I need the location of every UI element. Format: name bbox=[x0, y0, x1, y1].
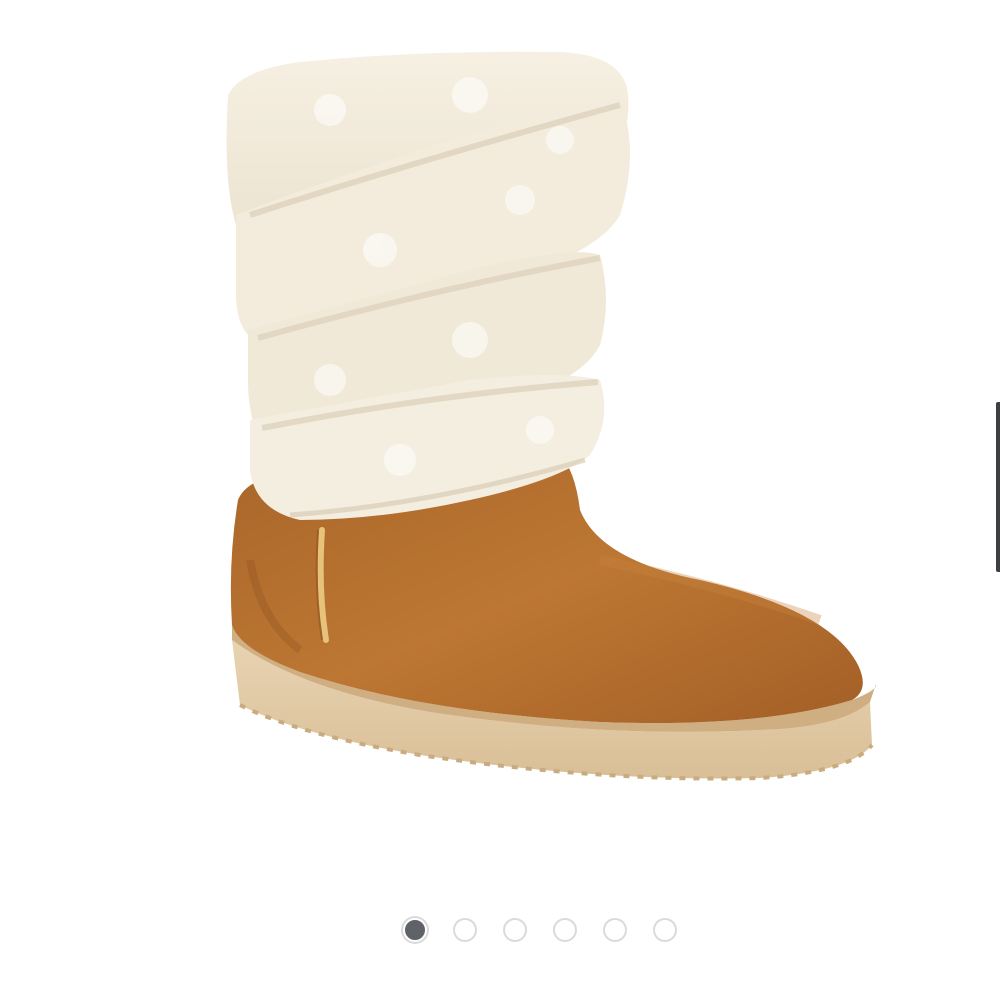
boot-product-image[interactable] bbox=[0, 0, 1000, 880]
image-carousel-dots bbox=[403, 918, 677, 942]
product-viewer bbox=[0, 0, 1000, 1000]
carousel-dot-4[interactable] bbox=[553, 918, 577, 942]
carousel-dot-3[interactable] bbox=[503, 918, 527, 942]
carousel-dot-1[interactable] bbox=[403, 918, 427, 942]
carousel-dot-5[interactable] bbox=[603, 918, 627, 942]
carousel-dot-2[interactable] bbox=[453, 918, 477, 942]
scroll-edge-indicator bbox=[996, 402, 1000, 572]
carousel-dot-6[interactable] bbox=[653, 918, 677, 942]
boot-fur-cuff bbox=[226, 51, 630, 520]
